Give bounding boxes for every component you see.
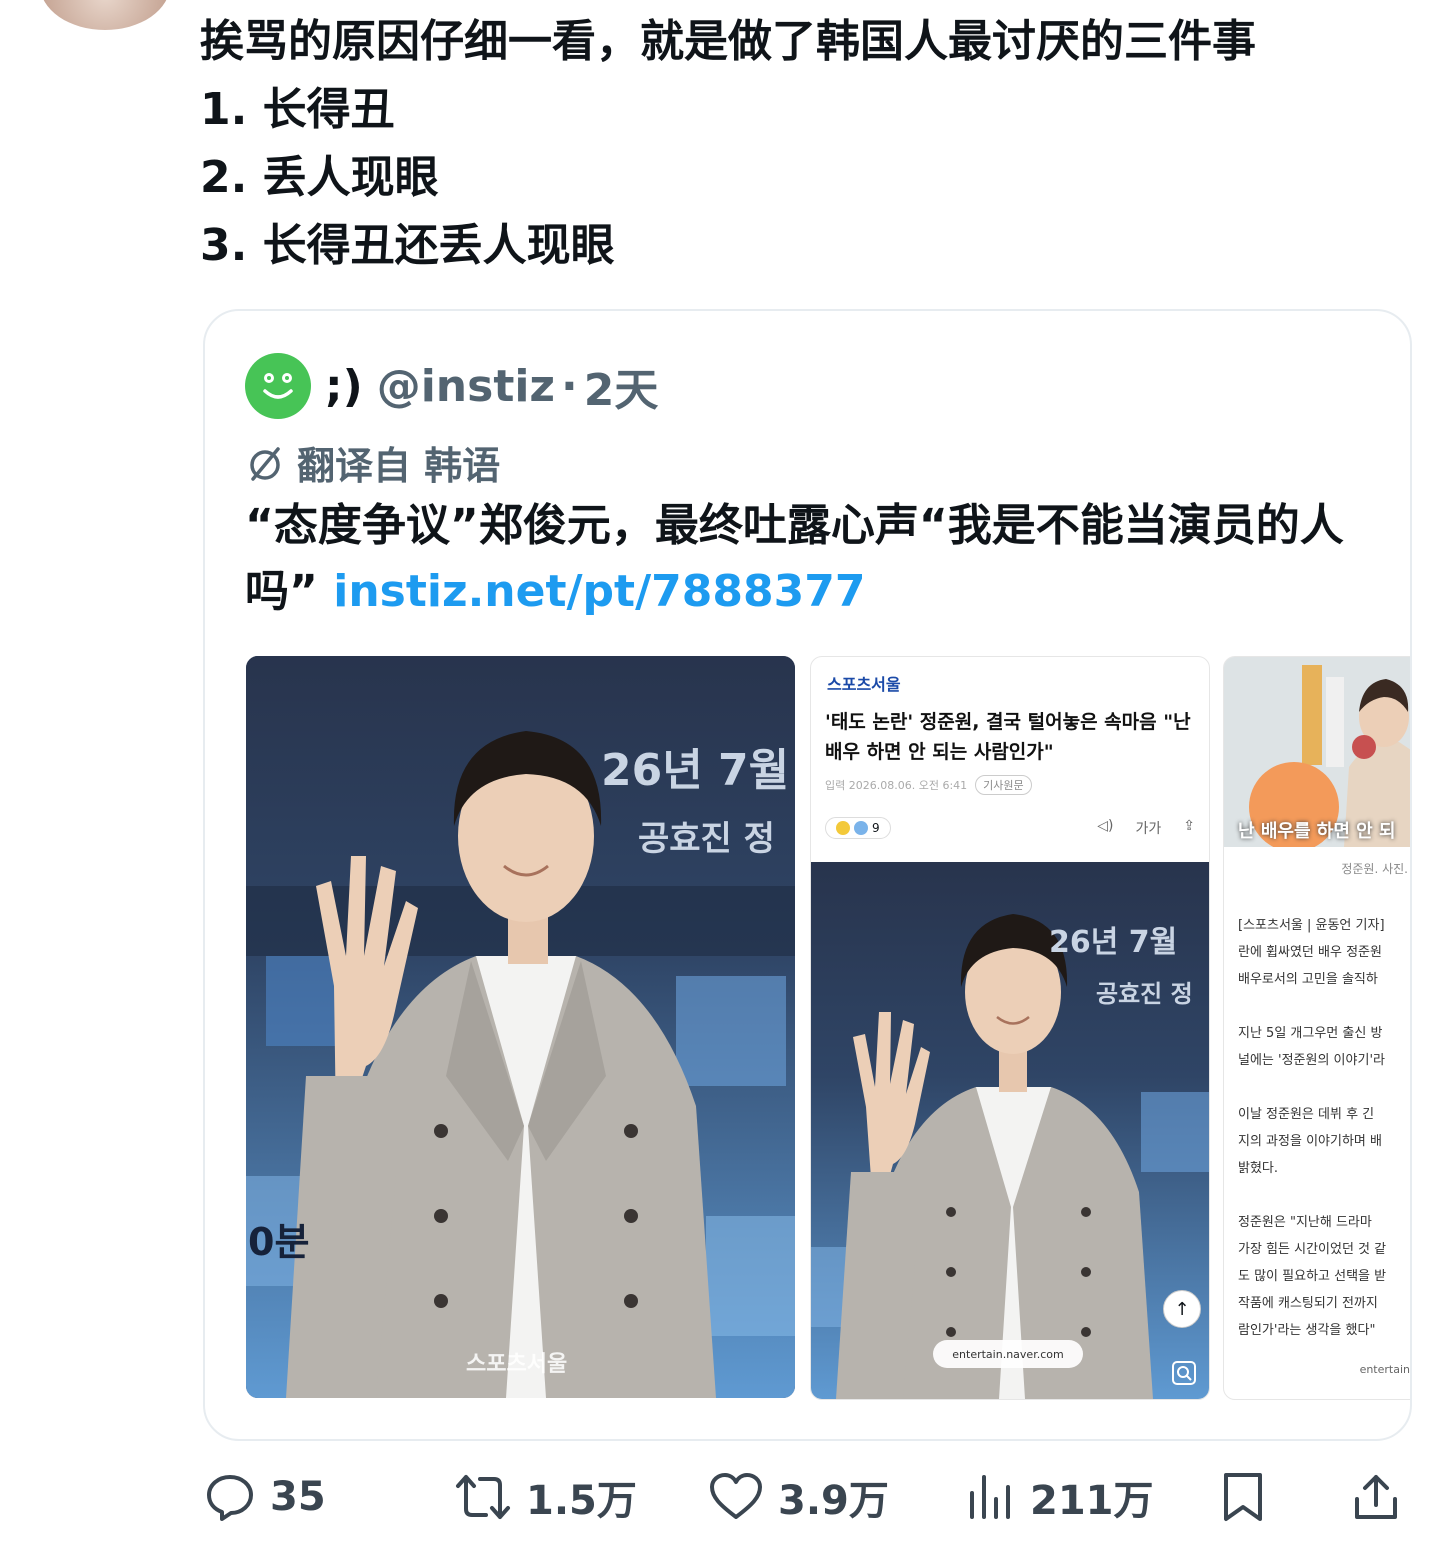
article-paragraph: 이날 정준원은 데뷔 후 긴 지의 과정을 이야기하며 배 밝혔다. [1238,1101,1410,1182]
article-line: 밝혔다. [1238,1161,1279,1176]
smiley-logo-icon [263,373,293,399]
quoted-author-name[interactable]: ;) [325,361,363,412]
tweet-text: 挨骂的原因仔细一看，就是做了韩国人最讨厌的三件事 1. 长得丑 2. 丢人现眼 … [200,8,1420,280]
backdrop-text: 공효진 정 [638,819,775,859]
article-footer: entertain [1359,1363,1410,1376]
article-line: 가장 힘든 시간이었던 것 같 [1238,1242,1387,1257]
backdrop-text: 0분 [248,1220,310,1264]
article-line: 배우로서의 고민을 솔직하 [1238,972,1378,987]
article-line: 람인가'라는 생각을 했다" [1238,1323,1376,1338]
tweet-action-bar: 35 1.5万 3.9万 211万 [200,1462,1410,1532]
share-button[interactable] [1352,1462,1414,1532]
author-avatar[interactable] [40,0,170,30]
photo-watermark: 스포츠서울 [466,1352,568,1377]
quoted-tweet-body: “态度争议”郑俊元，最终吐露心声“我是不能当演员的人吗” instiz.net/… [245,493,1375,625]
article-meta: 입력 2026.08.06. 오전 6:41 기사원문 [825,775,1032,795]
reaction-count: 9 [872,821,880,835]
article-line: 정준원은 "지난해 드라마 [1238,1215,1372,1230]
backdrop-text: 26년 7월 [1049,925,1178,960]
repost-icon [456,1475,510,1519]
article-body: [스포츠서울 | 윤동언 기자] 란에 휩싸였던 배우 정준원 배우로서의 고민… [1238,912,1410,1371]
article-paragraph: 정준원은 "지난해 드라마 가장 힘든 시간이었던 것 같 도 많이 필요하고 … [1238,1209,1410,1344]
article-origin-tag: 기사원문 [975,775,1032,795]
translate-icon [250,446,280,481]
article-toolbar: 9 ◁) 가가 ⇪ [825,813,1195,843]
article-photo-top: 난 배우를 하면 안 되 [1224,657,1410,847]
quoted-tweet-card[interactable]: ;) @instiz · 2天 翻译自 韩语 “态度争议”郑俊元，最终吐露心声“… [203,309,1412,1441]
reply-count: 35 [270,1474,326,1520]
reply-button[interactable]: 35 [204,1462,326,1532]
repost-count: 1.5万 [526,1478,637,1524]
repost-button[interactable]: 1.5万 [454,1462,637,1532]
photo-subtitle: 난 배우를 하면 안 되 [1238,821,1396,842]
article-photo: 26년 7월 공효진 정 [811,862,1209,1399]
reaction-emoji-icon [854,821,868,835]
article-title: '태도 논란' 정준원, 결국 털어놓은 속마음 "난 배우 하면 안 되는 사… [825,711,1191,763]
article-line: 지의 과정을 이야기하며 배 [1238,1134,1382,1149]
views-chart-icon [970,1475,1010,1519]
translation-notice[interactable]: 翻译自 韩语 [245,435,500,490]
quoted-author-handle[interactable]: @instiz [377,361,555,412]
reaction-emoji-icon [836,821,850,835]
article-paragraph: 지난 5일 개그우먼 출신 방 널에는 '정준원의 이야기'라 [1238,1020,1410,1074]
tweet-line: 3. 长得丑还丢人现眼 [200,220,615,271]
media-photo-1[interactable]: 26년 7월 공효진 정 0분 스포츠서울 [246,656,795,1398]
bookmark-button[interactable] [1220,1462,1280,1532]
share-icon [1355,1475,1397,1519]
reply-icon [207,1475,253,1521]
scroll-up-button[interactable]: ↑ [1163,1290,1201,1328]
bookmark-icon [1224,1473,1262,1521]
article-line: 지난 5일 개그우먼 출신 방 [1238,1026,1383,1041]
share-icon: ⇪ [1183,818,1195,834]
views-count: 211万 [1030,1478,1154,1524]
media-photo-2[interactable]: 스포츠서울 '태도 논란' 정준원, 결국 털어놓은 속마음 "난 배우 하면 … [810,656,1210,1400]
like-count: 3.9万 [778,1478,889,1524]
quoted-tweet-header: ;) @instiz · 2天 [245,351,658,421]
article-line: 란에 휩싸였던 배우 정준원 [1238,945,1382,960]
separator-dot: · [561,360,578,412]
article-line: 이날 정준원은 데뷔 후 긴 [1238,1107,1375,1122]
backdrop-text: 26년 7월 [601,745,790,796]
quoted-author-avatar[interactable] [245,353,311,419]
article-line: [스포츠서울 | 윤동언 기자] [1238,918,1385,933]
backdrop-text: 공효진 정 [1096,980,1193,1008]
media-photo-3[interactable]: 난 배우를 하면 안 되 정준원. 사진. [스포츠서울 | 윤동언 기자] 란… [1223,656,1410,1400]
image-search-icon [1172,1361,1196,1385]
tweet-line: 挨骂的原因仔细一看，就是做了韩国人最讨厌的三件事 [200,16,1256,67]
translation-label: 翻译自 韩语 [297,444,501,488]
tweet-line: 1. 长得丑 [200,84,395,135]
article-line: 도 많이 필요하고 선택을 받 [1238,1269,1387,1284]
article-line: 작품에 캐스팅되기 전까지 [1238,1296,1378,1311]
tweet-line: 2. 丢人现眼 [200,152,439,203]
photo-caption: 정준원. 사진. [1341,862,1408,876]
heart-icon [710,1473,762,1519]
article-url: entertain.naver.com [933,1340,1083,1368]
article-paragraph: [스포츠서울 | 윤동언 기자] 란에 휩싸였던 배우 정준원 배우로서의 고민… [1238,912,1410,993]
like-button[interactable]: 3.9万 [708,1462,889,1532]
article-line: 널에는 '정준원의 이야기'라 [1238,1053,1385,1068]
quoted-timestamp[interactable]: 2天 [584,354,659,418]
article-date: 입력 2026.08.06. 오전 6:41 [825,779,968,792]
article-brand: 스포츠서울 [827,675,901,694]
quoted-tweet-link[interactable]: instiz.net/pt/7888377 [333,566,865,617]
article-tool-icons: ◁) 가가 ⇪ [1097,818,1195,838]
speaker-icon: ◁) [1097,818,1114,834]
views-button[interactable]: 211万 [966,1462,1154,1532]
reaction-pill: 9 [825,817,891,839]
font-size-icon: 가가 [1135,821,1162,837]
